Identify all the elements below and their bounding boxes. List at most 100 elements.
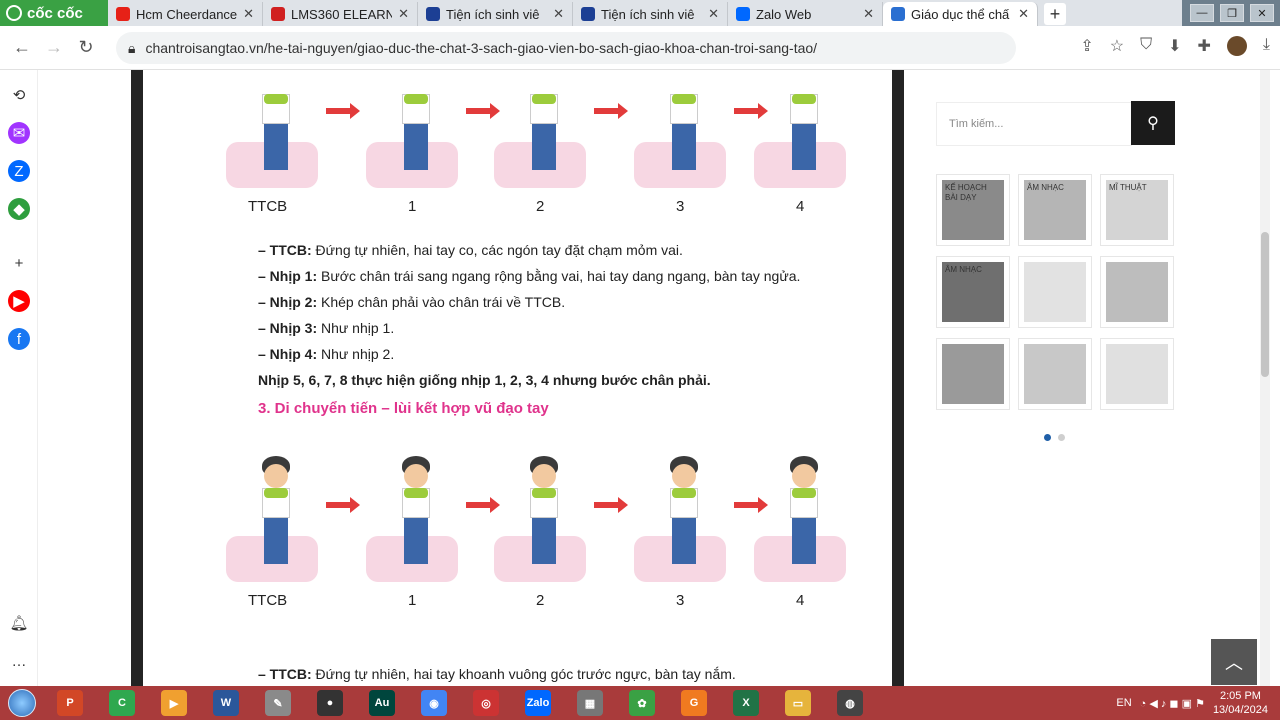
related-thumbnail[interactable]: KẾ HOẠCH BÀI DẠY [936, 174, 1010, 246]
tab-close-icon[interactable]: ✕ [553, 6, 564, 22]
film-icon[interactable]: ◍ [824, 686, 876, 720]
excel-icon[interactable]: X [720, 686, 772, 720]
related-thumbnail[interactable]: ÂM NHẠC [1018, 174, 1092, 246]
word-icon[interactable]: W [200, 686, 252, 720]
app-icon-glyph: ◎ [473, 690, 499, 716]
related-thumbnail[interactable] [1018, 256, 1092, 328]
language-indicator[interactable]: EN [1116, 697, 1131, 709]
gamepad-icon[interactable]: ◆ [8, 198, 30, 220]
bottom-line-bold: – TTCB: [258, 666, 312, 682]
instruction-line: – Nhịp 4: Như nhịp 2. [258, 346, 394, 362]
search-button[interactable]: ⚲ [1131, 101, 1175, 145]
related-thumbnail[interactable] [1100, 338, 1174, 410]
thumbnail-image: MĨ THUẬT [1106, 180, 1168, 240]
folder-icon[interactable]: ▭ [772, 686, 824, 720]
bookmark-star-icon[interactable]: ☆ [1110, 36, 1124, 56]
share-icon[interactable]: ⇪ [1080, 36, 1093, 56]
tab-close-icon[interactable]: ✕ [708, 6, 719, 22]
powerpoint-icon-glyph: P [57, 690, 83, 716]
powerpoint-icon[interactable]: P [44, 686, 96, 720]
related-thumbnail[interactable]: MĨ THUẬT [1100, 174, 1174, 246]
more-icon[interactable]: … [8, 650, 30, 672]
step-arrow [594, 103, 628, 119]
new-tab-button[interactable]: + [1044, 3, 1066, 25]
chrome-icon-glyph: ◉ [421, 690, 447, 716]
plus-icon[interactable]: + [8, 252, 30, 274]
child-collar [672, 94, 696, 104]
instruction-label: – Nhịp 1: [258, 268, 318, 284]
child-figure [396, 70, 436, 174]
reload-icon[interactable]: ↻ [70, 37, 102, 58]
browser-tab[interactable]: Zalo Web ✕ [728, 2, 883, 26]
bell-icon[interactable]: 🔔︎ [8, 612, 30, 634]
browser-tab[interactable]: Tiện ích sinh viê ✕ [573, 2, 728, 26]
instruction-text: Khép chân phải vào chân trái về TTCB. [317, 294, 566, 310]
step-label: 3 [676, 198, 685, 215]
related-thumbnail[interactable] [1018, 338, 1092, 410]
browser-tab[interactable]: Giáo dục thể chấ ✕ [883, 2, 1038, 26]
related-thumbnail[interactable] [1100, 256, 1174, 328]
extensions-icon[interactable]: ✚ [1198, 36, 1211, 56]
start-button[interactable] [0, 686, 44, 720]
instruction-label: – TTCB: [258, 242, 312, 258]
url-field[interactable]: 🔒︎ chantroisangtao.vn/he-tai-nguyen/giao… [116, 32, 1016, 64]
download-box-icon[interactable]: ⬇ [1168, 36, 1181, 56]
scrollbar-thumb[interactable] [1261, 232, 1269, 377]
coccoc-brand[interactable]: cốc cốc [0, 0, 108, 26]
messenger-icon[interactable]: ✉ [8, 122, 30, 144]
tab-close-icon[interactable]: ✕ [398, 6, 409, 22]
g-icon[interactable]: G [668, 686, 720, 720]
child-figure [664, 456, 704, 568]
zalo-icon[interactable]: Z [8, 160, 30, 182]
profile-avatar[interactable] [1226, 36, 1247, 56]
downloads-icon[interactable]: ⤓ [1263, 36, 1270, 56]
zalo-icon[interactable]: Zalo [512, 686, 564, 720]
obs-icon[interactable]: ● [304, 686, 356, 720]
step-arrow [466, 497, 500, 513]
carousel-dot[interactable] [1058, 434, 1065, 441]
child-collar [264, 94, 288, 104]
step-label: 2 [536, 592, 545, 609]
clock[interactable]: 2:05 PM 13/04/2024 [1213, 689, 1268, 717]
carousel-dot[interactable] [1044, 434, 1051, 441]
related-thumbnail[interactable]: ÂM NHẠC [936, 256, 1010, 328]
window-controls: — ❐ ✕ [1182, 0, 1280, 26]
forward-icon[interactable]: → [38, 37, 70, 58]
shield-icon[interactable]: ⛉ [1140, 36, 1152, 56]
camtasia-icon[interactable]: C [96, 686, 148, 720]
url-text: chantroisangtao.vn/he-tai-nguyen/giao-du… [145, 40, 818, 56]
page-scrollbar[interactable] [1260, 70, 1270, 686]
chrome-icon[interactable]: ◉ [408, 686, 460, 720]
audition-icon[interactable]: Au [356, 686, 408, 720]
youtube-icon[interactable]: ▶ [8, 290, 30, 312]
related-thumbnail[interactable] [936, 338, 1010, 410]
browser-tab[interactable]: Hcm Cheerdance ✕ [108, 2, 263, 26]
tab-title: Tiện ích sinh viê [446, 6, 540, 22]
back-icon[interactable]: ← [6, 37, 38, 58]
coccoc-logo-icon [6, 5, 22, 21]
tab-close-icon[interactable]: ✕ [243, 6, 254, 22]
back-to-top-button[interactable]: ︿ [1211, 639, 1257, 685]
windows-logo-icon [8, 689, 36, 717]
restore-button[interactable]: ❐ [1220, 4, 1244, 22]
tab-close-icon[interactable]: ✕ [863, 6, 874, 22]
bottom-line: – TTCB: Đứng tự nhiên, hai tay khoanh vu… [258, 666, 736, 682]
browser-tab[interactable]: Tiện ích sinh viê ✕ [418, 2, 573, 26]
close-window-button[interactable]: ✕ [1250, 4, 1274, 22]
search-input[interactable]: Tìm kiếm... [936, 102, 1132, 146]
tab-close-icon[interactable]: ✕ [1018, 6, 1029, 22]
media-icon[interactable]: ▶ [148, 686, 200, 720]
calculator-icon[interactable]: ▦ [564, 686, 616, 720]
zalo-icon-glyph: Zalo [525, 690, 551, 716]
paint-icon[interactable]: ✎ [252, 686, 304, 720]
app-icon[interactable]: ◎ [460, 686, 512, 720]
coccoc-icon[interactable]: ✿ [616, 686, 668, 720]
child-collar [404, 488, 428, 498]
facebook-icon[interactable]: f [8, 328, 30, 350]
history-icon[interactable]: ⟲ [8, 84, 30, 106]
step-label: 1 [408, 198, 417, 215]
browser-tab[interactable]: LMS360 ELEARN ✕ [263, 2, 418, 26]
search-icon: ⚲ [1147, 115, 1159, 132]
tray-icons[interactable]: ◔ ◀︎ ♪ ◼ ▣ ⚑ [1140, 697, 1205, 710]
minimize-button[interactable]: — [1190, 4, 1214, 22]
